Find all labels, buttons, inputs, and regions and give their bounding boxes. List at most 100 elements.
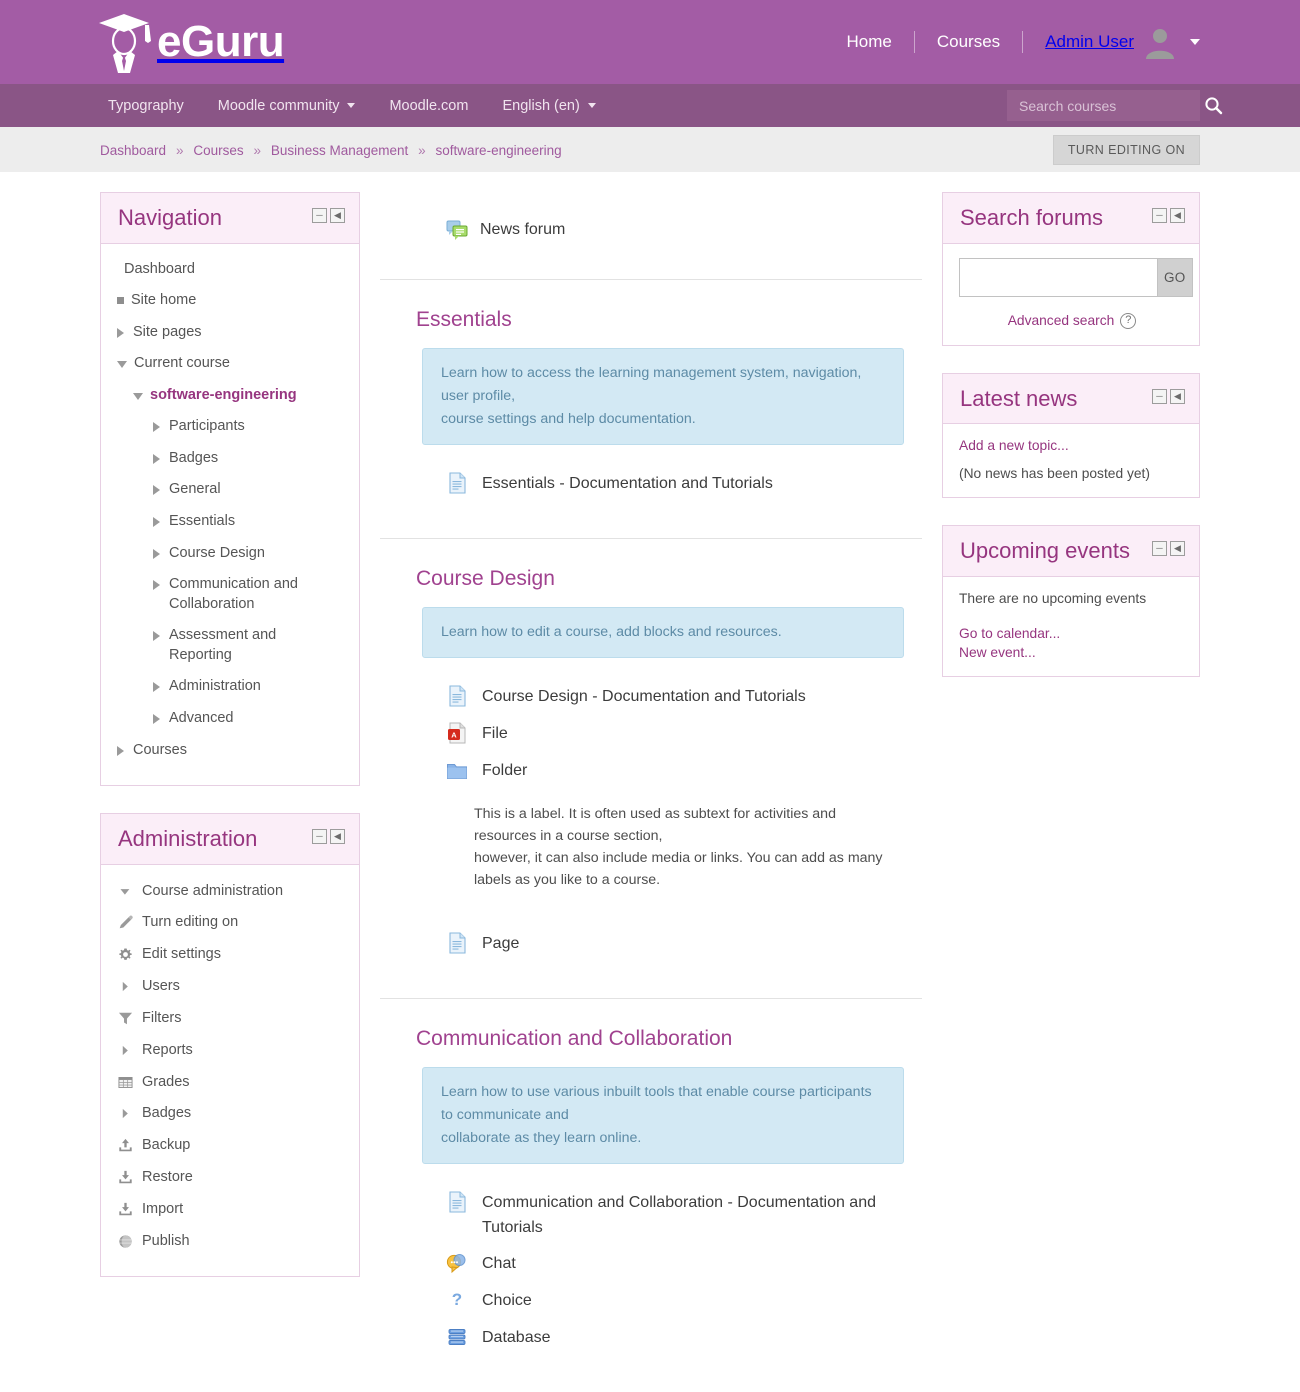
breadcrumb-item-business-management[interactable]: Business Management [271, 143, 408, 158]
resource-item[interactable]: Database [380, 1325, 922, 1362]
new-event-link[interactable]: New event... [959, 645, 1185, 660]
search-courses-input[interactable] [1017, 96, 1202, 115]
caret-right-icon[interactable] [153, 682, 162, 693]
dock-left-icon[interactable]: ◀ [1170, 208, 1185, 223]
header-nav: Home Courses Admin User [825, 25, 1200, 59]
breadcrumb-item-courses[interactable]: Courses [193, 143, 243, 158]
user-menu[interactable]: Admin User [1023, 25, 1200, 59]
admin-tree-item[interactable]: Filters [117, 1005, 343, 1037]
caret-down-icon[interactable] [117, 361, 127, 369]
nav-tree-item-label: Communication and Collaboration [169, 576, 298, 612]
section-info-line: Learn how to access the learning managem… [441, 365, 862, 405]
collapse-icon[interactable]: ─ [312, 208, 327, 223]
nav-tree-item[interactable]: Essentials [117, 509, 343, 541]
search-forums-go-button[interactable]: GO [1158, 257, 1193, 297]
nav-tree-item[interactable]: Site home [117, 288, 343, 320]
caret-right-icon[interactable] [153, 422, 162, 433]
caret-right-icon[interactable] [153, 580, 162, 591]
caret-right-icon[interactable] [153, 548, 162, 559]
latest-news-block-header: Latest news ─ ◀ [943, 373, 1199, 424]
nav-tree-item[interactable]: Advanced [117, 706, 343, 738]
resource-item[interactable]: Chat [380, 1251, 922, 1288]
caret-right-icon[interactable] [117, 327, 126, 338]
admin-tree-item[interactable]: Import [117, 1196, 343, 1228]
nav-tree-item[interactable]: Site pages [117, 320, 343, 352]
funnel-icon [118, 1012, 133, 1025]
breadcrumb-item-software-engineering[interactable]: software-engineering [436, 143, 562, 158]
admin-tree-item[interactable]: Reports [117, 1037, 343, 1069]
resource-item[interactable]: A File [380, 721, 922, 758]
caret-right-icon[interactable] [153, 453, 162, 464]
collapse-icon[interactable]: ─ [312, 829, 327, 845]
advanced-search-link[interactable]: Advanced search [1008, 313, 1115, 328]
caret-right-icon[interactable] [153, 517, 162, 527]
breadcrumb-item-dashboard[interactable]: Dashboard [100, 143, 166, 158]
nav-tree-item[interactable]: Dashboard [117, 257, 343, 289]
dock-left-icon[interactable]: ◀ [1170, 388, 1185, 404]
caret-right-icon[interactable] [117, 745, 126, 756]
nav-tree-item[interactable]: Courses [117, 738, 343, 770]
caret-right-icon[interactable] [153, 631, 162, 642]
admin-tree-item[interactable]: Course administration [117, 878, 343, 910]
caret-right-icon[interactable] [153, 713, 162, 724]
resource-item[interactable]: Course Design - Documentation and Tutori… [380, 684, 922, 721]
help-icon[interactable]: ? [1120, 312, 1137, 329]
news-forum-row[interactable]: News forum [380, 194, 922, 279]
avatar-icon [1146, 29, 1174, 59]
caret-down-icon[interactable] [133, 392, 143, 400]
resource-item[interactable]: Page [380, 931, 922, 968]
page-icon [449, 685, 466, 707]
admin-tree-item[interactable]: Users [117, 973, 343, 1005]
admin-tree-item-label: Restore [142, 1169, 193, 1186]
nav-tree-item[interactable]: Participants [117, 414, 343, 446]
turn-editing-on-button[interactable]: TURN EDITING ON [1052, 134, 1200, 165]
admin-tree-item[interactable]: Badges [117, 1100, 343, 1132]
nav-item-moodle-com[interactable]: Moodle.com [372, 98, 485, 114]
course-search-box [1007, 90, 1223, 121]
nav-tree-item[interactable]: Current course [117, 351, 343, 383]
latest-news-block: Latest news ─ ◀ Add a new topic... (No n… [942, 372, 1200, 498]
resource-item[interactable]: Communication and Collaboration - Docume… [380, 1190, 922, 1252]
admin-tree-item[interactable]: Grades [117, 1069, 343, 1101]
add-new-topic-link[interactable]: Add a new topic... [959, 438, 1185, 453]
dock-left-icon[interactable]: ◀ [330, 829, 345, 845]
admin-tree-item[interactable]: Turn editing on [117, 909, 343, 941]
dock-left-icon[interactable]: ◀ [1170, 541, 1185, 556]
nav-tree-item[interactable]: General [117, 477, 343, 509]
caret-right-icon[interactable] [153, 485, 162, 496]
header-link-courses[interactable]: Courses [915, 32, 1022, 52]
search-forums-input[interactable] [959, 257, 1158, 297]
nav-tree-item[interactable]: Administration [117, 674, 343, 706]
nav-tree-item[interactable]: Course Design [117, 541, 343, 573]
nav-item-typography[interactable]: Typography [100, 98, 201, 114]
dock-left-icon[interactable]: ◀ [330, 208, 345, 223]
resource-item[interactable]: Essentials - Documentation and Tutorials [380, 471, 922, 508]
block-controls: ─ ◀ [1152, 388, 1185, 404]
collapse-icon[interactable]: ─ [1152, 541, 1167, 556]
collapse-icon[interactable]: ─ [1152, 208, 1167, 223]
nav-item-language[interactable]: English (en) [485, 98, 612, 114]
nav-tree-item[interactable]: Assessment and Reporting [117, 623, 343, 674]
nav-label: Typography [108, 97, 184, 114]
nav-tree-item[interactable]: Communication and Collaboration [117, 572, 343, 623]
nav-item-moodle-community[interactable]: Moodle community [201, 98, 373, 114]
resource-label: Folder [482, 761, 528, 779]
nav-tree-item[interactable]: software-engineering [117, 383, 343, 415]
collapse-icon[interactable]: ─ [1152, 388, 1167, 404]
nav-tree-item[interactable]: Badges [117, 446, 343, 478]
search-submit-button[interactable] [1202, 96, 1225, 115]
admin-tree-item[interactable]: Restore [117, 1164, 343, 1196]
administration-tree: Course administration Turn editing on Edit… [117, 878, 343, 1260]
nav-label: English (en) [502, 97, 580, 114]
admin-tree-item[interactable]: Edit settings [117, 941, 343, 973]
resource-item[interactable]: Folder [380, 758, 922, 795]
go-to-calendar-link[interactable]: Go to calendar... [959, 626, 1185, 641]
header-link-home[interactable]: Home [825, 32, 914, 52]
page-icon [449, 932, 466, 954]
site-logo-link[interactable]: eGuru [95, 11, 285, 73]
administration-block-body: Course administration Turn editing on Edit… [101, 865, 359, 1276]
download-icon [119, 1202, 132, 1216]
nav-tree-item-label: Participants [169, 418, 245, 435]
admin-tree-item[interactable]: Backup [117, 1132, 343, 1164]
admin-tree-item[interactable]: Publish [117, 1228, 343, 1260]
